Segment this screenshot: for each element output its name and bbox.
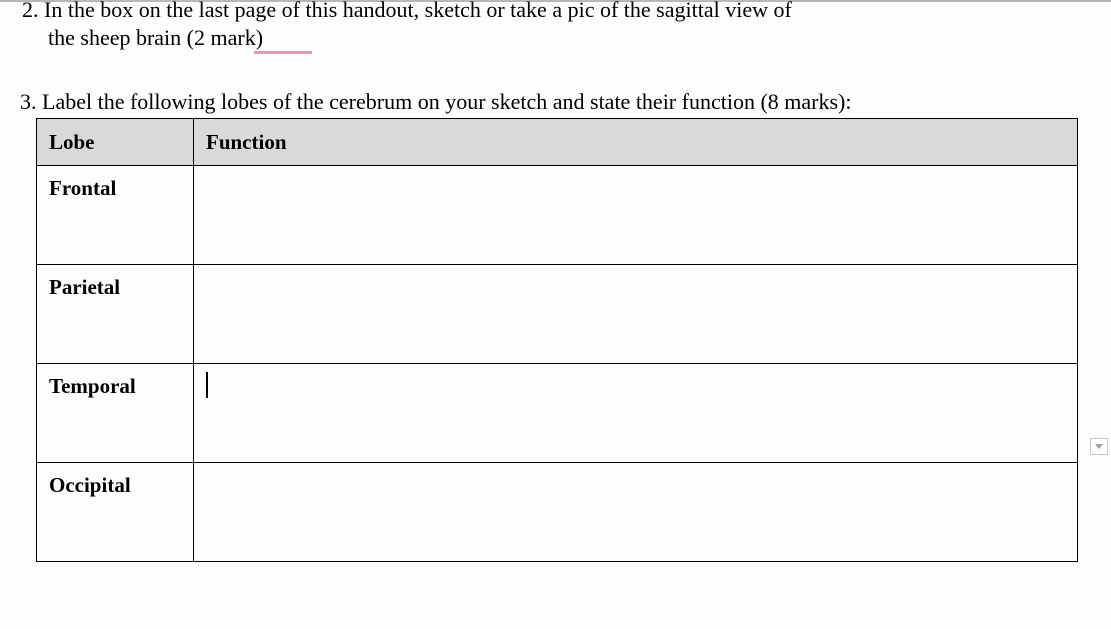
cell-function[interactable]: [194, 364, 1078, 463]
header-function: Function: [194, 119, 1078, 166]
question-2: 2. In the box on the last page of this h…: [22, 0, 1082, 52]
cell-function[interactable]: [194, 166, 1078, 265]
text-cursor: [206, 372, 208, 398]
question-3: 3. Label the following lobes of the cere…: [20, 88, 1090, 116]
spellcheck-underline: [254, 51, 312, 54]
table-row: Temporal: [37, 364, 1078, 463]
table-row: Parietal: [37, 265, 1078, 364]
header-lobe: Lobe: [37, 119, 194, 166]
cell-lobe[interactable]: Frontal: [37, 166, 194, 265]
paste-options-button[interactable]: [1090, 438, 1108, 455]
cell-lobe[interactable]: Temporal: [37, 364, 194, 463]
table-header-row: Lobe Function: [37, 119, 1078, 166]
cell-function[interactable]: [194, 463, 1078, 562]
cell-function[interactable]: [194, 265, 1078, 364]
table-row: Frontal: [37, 166, 1078, 265]
chevron-down-icon: [1095, 444, 1103, 449]
q2-line2: the sheep brain (2 mark): [22, 24, 1082, 52]
cell-lobe[interactable]: Occipital: [37, 463, 194, 562]
q2-line1: 2. In the box on the last page of this h…: [22, 0, 1082, 24]
table-row: Occipital: [37, 463, 1078, 562]
lobes-table: Lobe Function Frontal Parietal Temporal …: [36, 118, 1078, 562]
cell-lobe[interactable]: Parietal: [37, 265, 194, 364]
